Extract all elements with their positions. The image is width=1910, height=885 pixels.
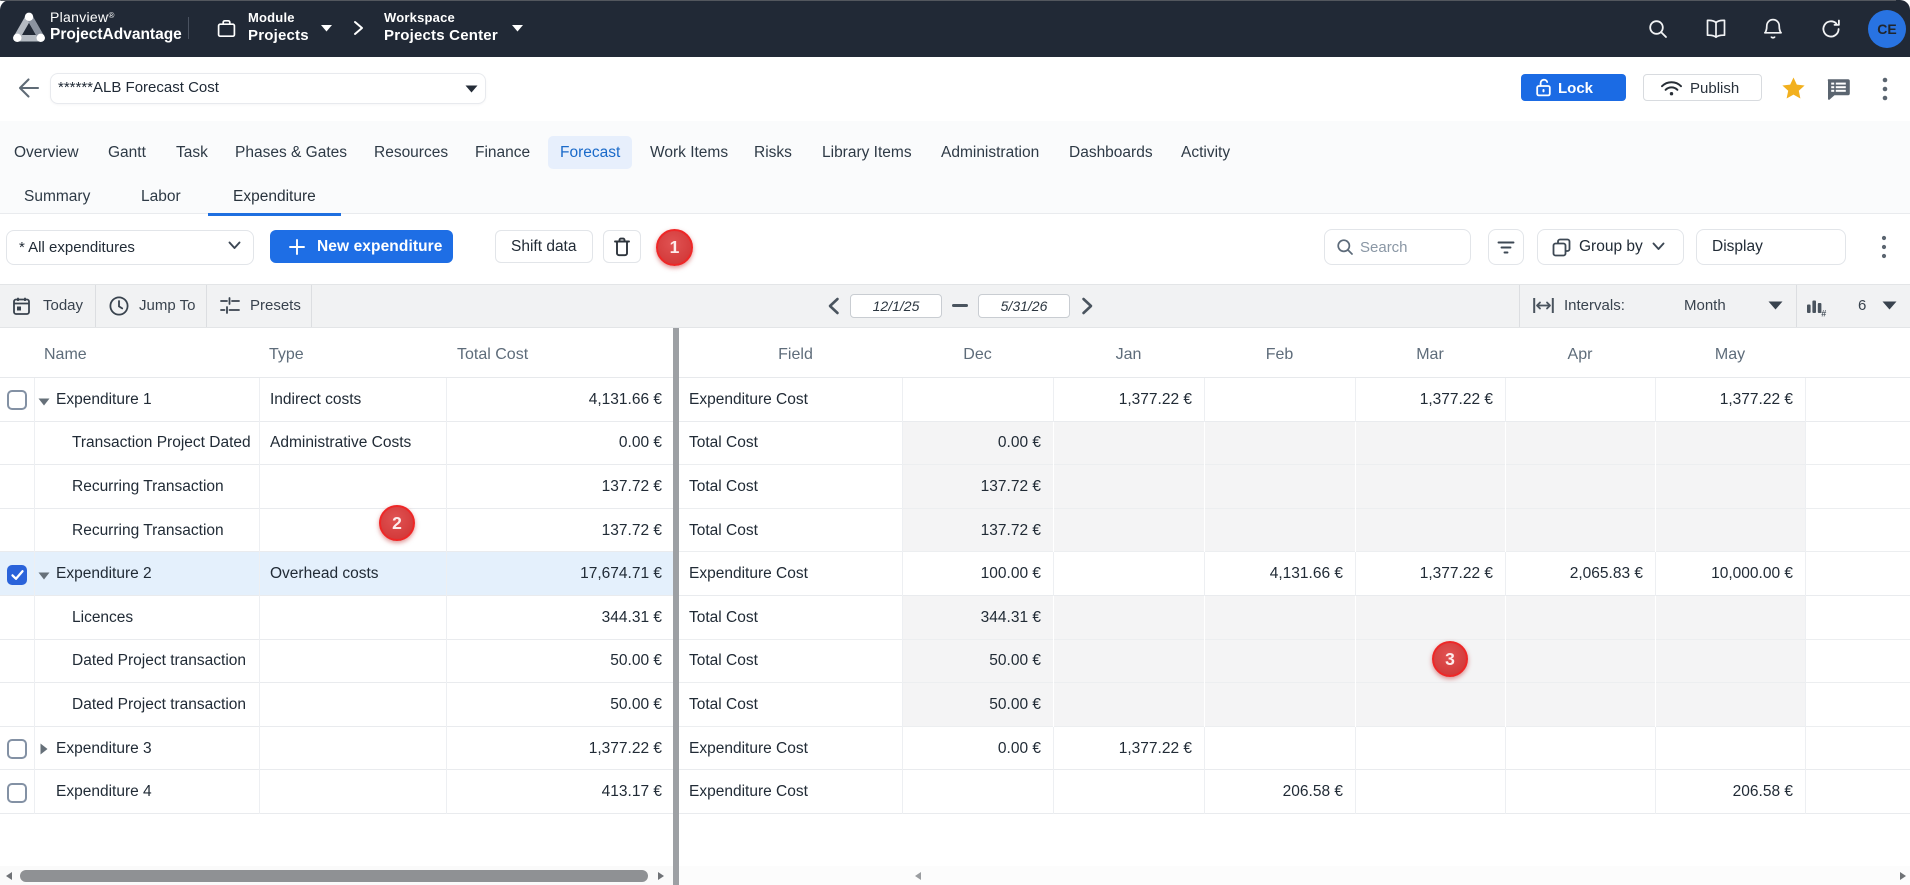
svg-text:#: # <box>1821 309 1826 318</box>
